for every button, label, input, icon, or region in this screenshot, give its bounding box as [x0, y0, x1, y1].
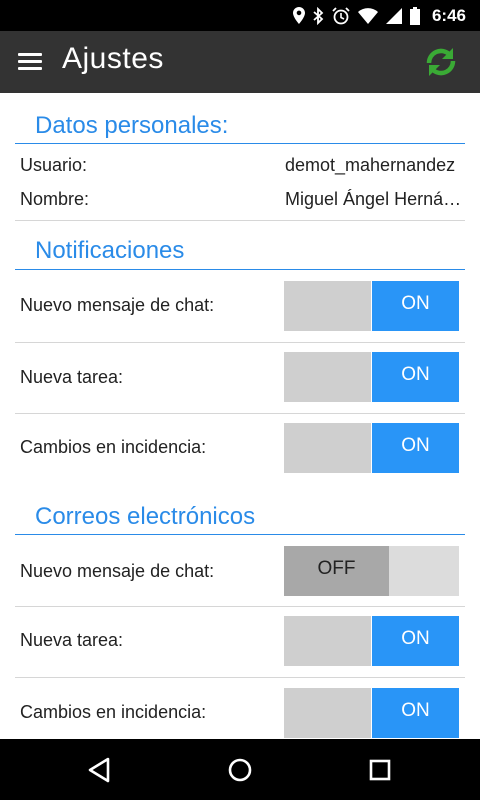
usuario-label: Usuario: [20, 155, 88, 175]
home-icon[interactable] [224, 755, 256, 785]
divider [15, 220, 465, 221]
hamburger-menu-icon[interactable] [14, 47, 46, 77]
section-title-correos: Correos electrónicos [35, 503, 256, 530]
notif-incidencia-label: Cambios en incidencia: [20, 437, 207, 457]
notif-chat-label: Nuevo mensaje de chat: [20, 295, 215, 315]
toggle-track [284, 352, 371, 402]
status-bar: 6:46 [0, 0, 480, 31]
section-title-datos: Datos personales: [35, 112, 229, 139]
toggle-state-text: ON [401, 293, 430, 314]
page-title: Ajustes [62, 42, 164, 75]
correo-tarea-toggle[interactable]: ON [284, 616, 459, 666]
notif-chat-toggle[interactable]: ON [284, 281, 459, 331]
recents-icon[interactable] [364, 755, 396, 785]
section-title-notificaciones: Notificaciones [35, 237, 185, 264]
toggle-track [284, 423, 371, 473]
signal-icon [385, 7, 402, 24]
location-icon [292, 7, 305, 24]
divider [15, 413, 465, 414]
correo-chat-label: Nuevo mensaje de chat: [20, 561, 215, 581]
notif-incidencia-toggle[interactable]: ON [284, 423, 459, 473]
toggle-track [389, 546, 459, 596]
navigation-bar [0, 739, 480, 800]
nombre-value: Miguel Ángel Hernández [285, 189, 463, 209]
usuario-value: demot_mahernandez [285, 155, 456, 175]
wifi-icon [357, 7, 378, 24]
section-underline [15, 143, 465, 144]
toggle-state-text: ON [401, 364, 430, 385]
back-icon[interactable] [84, 755, 116, 785]
bluetooth-icon [313, 6, 324, 25]
toggle-state-text: ON [401, 435, 430, 456]
app-bar: Ajustes [0, 31, 480, 93]
correo-incidencia-label: Cambios en incidencia: [20, 702, 207, 722]
toggle-track [284, 616, 371, 666]
section-underline [15, 269, 465, 270]
alarm-icon [332, 6, 350, 24]
correo-incidencia-toggle[interactable]: ON [284, 688, 459, 738]
correo-tarea-label: Nueva tarea: [20, 630, 124, 650]
divider [15, 606, 465, 607]
toggle-state-text: ON [401, 700, 430, 721]
toggle-state-text: OFF [317, 558, 356, 579]
refresh-sync-icon[interactable] [420, 41, 462, 83]
divider [15, 677, 465, 678]
notif-tarea-label: Nueva tarea: [20, 367, 124, 387]
battery-icon [409, 6, 420, 25]
section-underline [15, 534, 465, 535]
settings-content[interactable]: Datos personales: Usuario: demot_maherna… [0, 93, 480, 739]
toggle-state-text: ON [401, 628, 430, 649]
divider [15, 342, 465, 343]
clock-time: 6:46 [431, 5, 466, 25]
correo-chat-toggle[interactable]: OFF [284, 546, 459, 596]
notif-tarea-toggle[interactable]: ON [284, 352, 459, 402]
toggle-track [284, 281, 371, 331]
nombre-label: Nombre: [20, 189, 90, 209]
toggle-track [284, 688, 371, 738]
